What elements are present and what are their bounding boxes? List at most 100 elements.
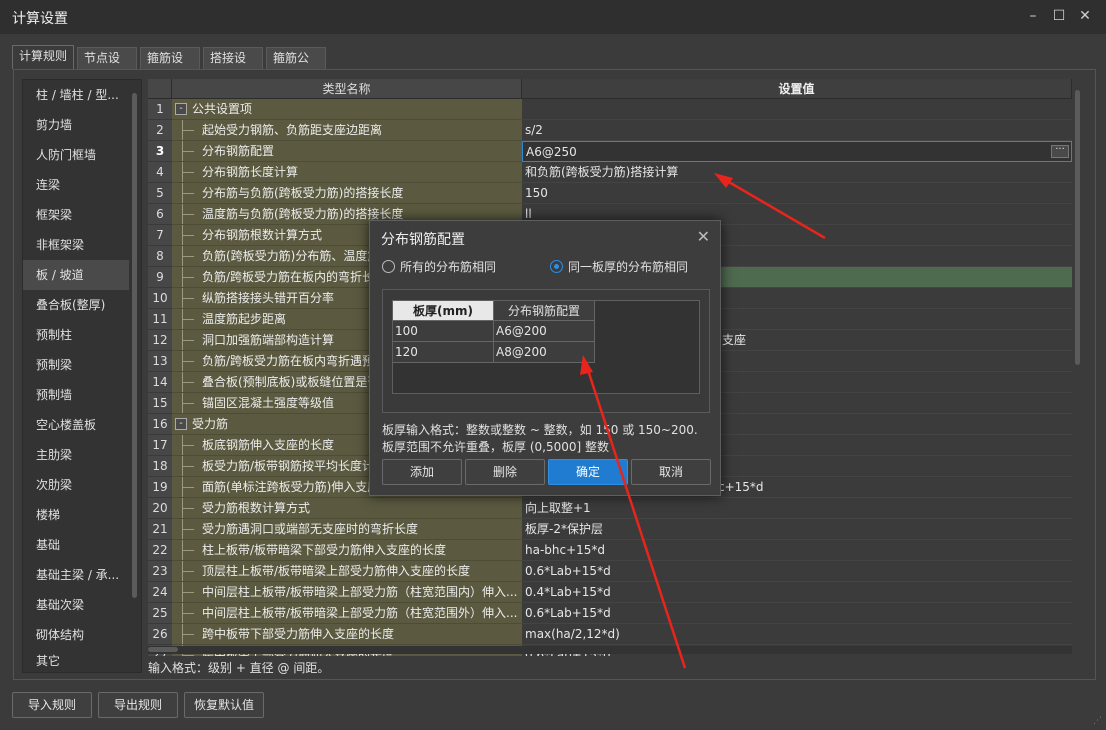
row-name-text: 分布钢筋配置 <box>202 144 275 158</box>
sidebar-item-precast-column[interactable]: 预制柱 <box>23 320 129 350</box>
sidebar-item-precast-beam[interactable]: 预制梁 <box>23 350 129 380</box>
row-name-text: 负筋/跨板受力筋在板内弯折遇预 <box>202 354 375 368</box>
tab-stirrup-formula[interactable]: 箍筋公式 <box>266 47 326 85</box>
radio-on-icon[interactable] <box>550 260 563 273</box>
dialog-close-icon[interactable]: ✕ <box>697 227 710 246</box>
sidebar-item-other[interactable]: 其它 <box>23 650 129 672</box>
row-name-text: 中间层柱上板带/板带暗梁上部受力筋（柱宽范围外）伸入... <box>202 606 518 620</box>
row-value[interactable]: 0.6*Lab+15*d <box>522 561 1072 582</box>
sidebar-item-composite-slab[interactable]: 叠合板(整厚) <box>23 290 129 320</box>
row-number: 20 <box>148 498 172 519</box>
row-name-text: 分布钢筋根数计算方式 <box>202 228 323 242</box>
table-row[interactable]: 3 分布钢筋配置 A6@250 ··· <box>148 141 1072 162</box>
sidebar-item-foundation[interactable]: 基础 <box>23 530 129 560</box>
sidebar-item-shear-wall[interactable]: 剪力墙 <box>23 110 129 140</box>
sidebar-item-masonry[interactable]: 砌体结构 <box>23 620 129 650</box>
close-icon[interactable]: ✕ <box>1074 6 1096 26</box>
horizontal-scrollbar-thumb[interactable] <box>148 647 178 652</box>
row-value-editor[interactable]: A6@250 ··· <box>522 141 1072 162</box>
row-value[interactable]: max(ha/2,12*d) <box>522 624 1072 645</box>
row-value[interactable]: 0.6*Lab+15*d <box>522 603 1072 624</box>
row-name-text: 锚固区混凝土强度等级值 <box>202 396 335 410</box>
row-value[interactable]: A6@250 <box>526 145 577 159</box>
row-name-text: 公共设置项 <box>192 102 253 116</box>
thickness-cell[interactable]: 100 <box>393 321 494 342</box>
row-name-text: 负筋/跨板受力筋在板内的弯折长 <box>202 270 375 284</box>
row-name-text: 受力筋 <box>192 417 229 431</box>
grid-scrollbar[interactable] <box>1075 90 1080 365</box>
thickness-cell[interactable]: 120 <box>393 342 494 363</box>
row-value[interactable]: 向上取整+1 <box>522 498 1072 519</box>
row-number: 15 <box>148 393 172 414</box>
sidebar-item-slab-ramp[interactable]: 板 / 坡道 <box>23 260 129 290</box>
table-row[interactable]: 25 中间层柱上板带/板带暗梁上部受力筋（柱宽范围外）伸入... 0.6*Lab… <box>148 603 1072 624</box>
row-value[interactable]: 板厚-2*保护层 <box>522 519 1072 540</box>
sidebar-item-column[interactable]: 柱 / 墙柱 / 型... <box>23 80 129 110</box>
horizontal-scrollbar[interactable] <box>148 646 1072 654</box>
radio-same-thickness[interactable]: 同一板厚的分布筋相同 <box>550 259 688 275</box>
row-number: 22 <box>148 540 172 561</box>
maximize-icon[interactable]: ☐ <box>1048 6 1070 26</box>
row-value[interactable]: ha-bhc+15*d <box>522 540 1072 561</box>
row-number: 23 <box>148 561 172 582</box>
table-row[interactable]: 2 起始受力钢筋、负筋距支座边距离 s/2 <box>148 120 1072 141</box>
tab-lap-settings[interactable]: 搭接设置 <box>203 47 263 85</box>
sidebar-item-non-frame-beam[interactable]: 非框架梁 <box>23 230 129 260</box>
sidebar-item-frame-beam[interactable]: 框架梁 <box>23 200 129 230</box>
row-number: 12 <box>148 330 172 351</box>
minimize-icon[interactable]: – <box>1022 6 1044 26</box>
row-name: 起始受力钢筋、负筋距支座边距离 <box>172 120 522 141</box>
row-value[interactable]: 0.4*Lab+15*d <box>522 582 1072 603</box>
tab-node-settings[interactable]: 节点设置 <box>77 47 137 85</box>
row-name: 中间层柱上板带/板带暗梁上部受力筋（柱宽范围内）伸入... <box>172 582 522 603</box>
import-rules-button[interactable]: 导入规则 <box>12 692 92 718</box>
row-number: 10 <box>148 288 172 309</box>
more-options-icon[interactable]: ··· <box>1051 145 1069 158</box>
tab-calc-rules[interactable]: 计算规则 <box>12 45 74 69</box>
tab-stirrup-settings[interactable]: 箍筋设置 <box>140 47 200 85</box>
sidebar-scrollbar[interactable] <box>132 93 137 598</box>
sidebar-item-hollow-slab[interactable]: 空心楼盖板 <box>23 410 129 440</box>
collapse-icon[interactable]: - <box>175 418 187 430</box>
table-row[interactable]: 24 中间层柱上板带/板带暗梁上部受力筋（柱宽范围内）伸入... 0.4*Lab… <box>148 582 1072 603</box>
delete-button[interactable]: 删除 <box>465 459 545 485</box>
dialog-title: 分布钢筋配置 <box>381 232 465 248</box>
export-rules-button[interactable]: 导出规则 <box>98 692 178 718</box>
row-number: 18 <box>148 456 172 477</box>
table-row[interactable]: 22 柱上板带/板带暗梁下部受力筋伸入支座的长度 ha-bhc+15*d <box>148 540 1072 561</box>
row-number: 21 <box>148 519 172 540</box>
add-button[interactable]: 添加 <box>382 459 462 485</box>
resize-grip-icon[interactable]: ⋰ <box>1093 716 1102 726</box>
row-name: 中间层柱上板带/板带暗梁上部受力筋（柱宽范围外）伸入... <box>172 603 522 624</box>
radio-off-icon[interactable] <box>382 260 395 273</box>
row-value[interactable]: s/2 <box>522 120 1072 141</box>
sidebar-item-stairs[interactable]: 楼梯 <box>23 500 129 530</box>
sidebar-item-coupling-beam[interactable]: 连梁 <box>23 170 129 200</box>
sidebar-item-foundation-main-beam[interactable]: 基础主梁 / 承... <box>23 560 129 590</box>
ok-button[interactable]: 确定 <box>548 459 628 485</box>
row-name: 分布钢筋配置 <box>172 141 522 162</box>
sidebar-item-secondary-rib[interactable]: 次肋梁 <box>23 470 129 500</box>
rebar-config-cell[interactable]: A6@200 <box>494 321 595 342</box>
table-row[interactable]: 5 分布筋与负筋(跨板受力筋)的搭接长度 150 <box>148 183 1072 204</box>
sidebar-item-main-rib[interactable]: 主肋梁 <box>23 440 129 470</box>
row-name-text: 温度筋起步距离 <box>202 312 287 326</box>
table-row[interactable]: 4 分布钢筋长度计算 和负筋(跨板受力筋)搭接计算 <box>148 162 1072 183</box>
collapse-icon[interactable]: - <box>175 103 187 115</box>
table-row[interactable]: 21 受力筋遇洞口或端部无支座时的弯折长度 板厚-2*保护层 <box>148 519 1072 540</box>
row-value[interactable]: 和负筋(跨板受力筋)搭接计算 <box>522 162 1072 183</box>
sidebar-item-precast-wall[interactable]: 预制墙 <box>23 380 129 410</box>
name-column-header: 类型名称 <box>172 79 522 99</box>
sidebar-item-civil-door-wall[interactable]: 人防门框墙 <box>23 140 129 170</box>
radio-all-same[interactable]: 所有的分布筋相同 <box>382 259 496 275</box>
table-row[interactable]: 20 受力筋根数计算方式 向上取整+1 <box>148 498 1072 519</box>
rebar-config-cell[interactable]: A8@200 <box>494 342 595 363</box>
restore-defaults-button[interactable]: 恢复默认值 <box>184 692 264 718</box>
table-row[interactable]: 1 - 公共设置项 <box>148 99 1072 120</box>
row-value[interactable]: 150 <box>522 183 1072 204</box>
sidebar-item-foundation-secondary-beam[interactable]: 基础次梁 <box>23 590 129 620</box>
table-row[interactable]: 23 顶层柱上板带/板带暗梁上部受力筋伸入支座的长度 0.6*Lab+15*d <box>148 561 1072 582</box>
cancel-button[interactable]: 取消 <box>631 459 711 485</box>
table-row[interactable]: 26 跨中板带下部受力筋伸入支座的长度 max(ha/2,12*d) <box>148 624 1072 645</box>
title-bar: 计算设置 – ☐ ✕ <box>0 0 1106 34</box>
